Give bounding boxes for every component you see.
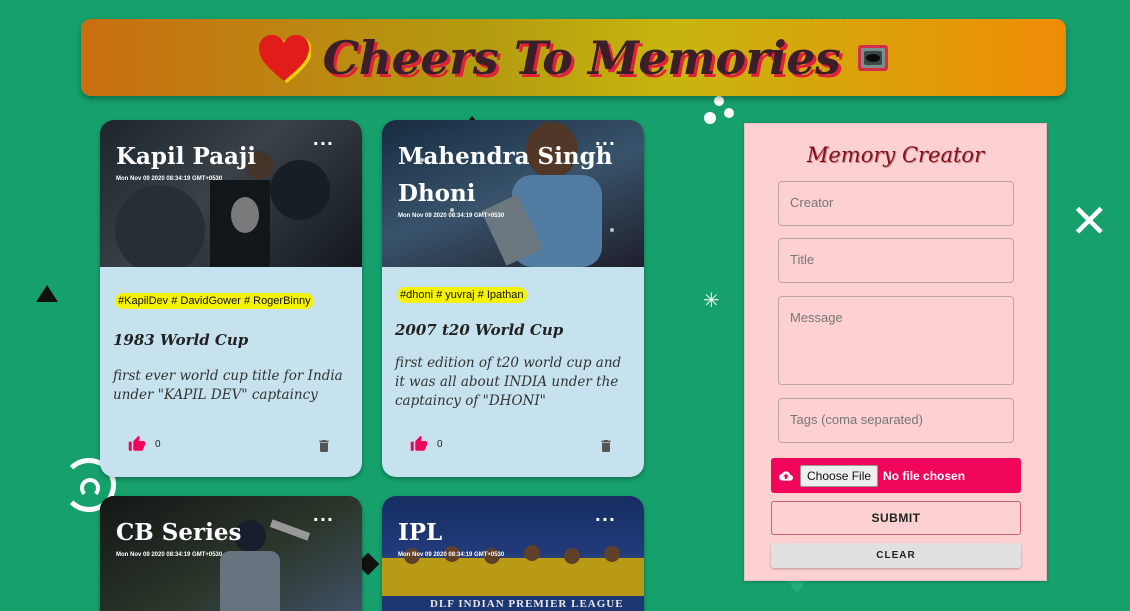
memory-title: 2007 t20 World Cup — [395, 321, 564, 339]
more-options-button[interactable]: ··· — [313, 512, 334, 528]
card-image: Kapil Paaji Mon Nov 09 2020 08:34:19 GMT… — [100, 120, 362, 267]
memory-card: Kapil Paaji Mon Nov 09 2020 08:34:19 GMT… — [100, 120, 362, 477]
decorative-spiral-inner — [80, 478, 100, 498]
card-actions: 0 — [100, 435, 362, 459]
card-tags: #dhoni # yuvraj # Ipathan — [397, 287, 527, 303]
card-date: Mon Nov 09 2020 08:34:19 GMT+0530 — [398, 213, 505, 219]
clear-button[interactable]: CLEAR — [771, 543, 1021, 568]
decorative-dot — [714, 96, 724, 106]
thumb-up-icon — [410, 435, 428, 451]
more-options-button[interactable]: ··· — [595, 136, 616, 152]
card-title: Kapil Paaji — [116, 143, 256, 170]
submit-button[interactable]: SUBMIT — [771, 501, 1021, 535]
tags-field[interactable] — [778, 398, 1014, 443]
more-options-button[interactable]: ··· — [313, 136, 334, 152]
card-title: Mahendra Singh Dhoni — [398, 143, 613, 207]
more-options-button[interactable]: ··· — [595, 512, 616, 528]
like-button[interactable]: 0 — [410, 435, 443, 453]
creator-input[interactable] — [790, 195, 1002, 210]
card-tags: #KapilDev # DavidGower # RogerBinny — [115, 293, 314, 309]
heart-icon — [257, 33, 312, 83]
cloud-upload-icon — [779, 470, 793, 481]
trash-icon — [319, 440, 329, 452]
tags-input[interactable] — [790, 412, 1002, 427]
memory-title: 1983 World Cup — [113, 331, 249, 349]
memory-message: first ever world cup title for India und… — [113, 368, 343, 403]
file-status: No file chosen — [883, 468, 966, 483]
like-button[interactable]: 0 — [128, 435, 161, 453]
memory-card: CB Series Mon Nov 09 2020 08:34:19 GMT+0… — [100, 496, 362, 611]
like-count: 0 — [155, 438, 161, 450]
decorative-triangle — [36, 285, 58, 302]
memory-message: first edition of t20 world cup and it wa… — [395, 355, 622, 409]
card-image: IPL Mon Nov 09 2020 08:34:19 GMT+0530 ··… — [382, 496, 644, 611]
card-title: IPL — [398, 519, 443, 546]
creator-field[interactable] — [778, 181, 1014, 226]
delete-button[interactable] — [598, 437, 614, 459]
title-field[interactable] — [778, 238, 1014, 283]
memory-card: IPL Mon Nov 09 2020 08:34:19 GMT+0530 ··… — [382, 496, 644, 611]
form-heading: Memory Creator — [806, 143, 985, 167]
memory-card: Mahendra Singh Dhoni Mon Nov 09 2020 08:… — [382, 120, 644, 477]
choose-file-button[interactable]: Choose File — [800, 464, 879, 487]
decorative-dot — [724, 108, 734, 118]
message-input[interactable] — [790, 310, 1002, 355]
file-upload-row: Choose File No file chosen — [771, 458, 1021, 493]
card-title: CB Series — [116, 519, 242, 546]
delete-button[interactable] — [316, 437, 332, 459]
thumb-up-icon — [128, 435, 146, 451]
camera-icon — [856, 41, 890, 75]
app-header: Cheers To Memories — [81, 19, 1066, 96]
app-title: Cheers To Memories — [322, 30, 841, 85]
decorative-dot — [704, 112, 716, 124]
trash-icon — [601, 440, 611, 452]
card-date: Mon Nov 09 2020 08:34:19 GMT+0530 — [398, 552, 505, 558]
card-date: Mon Nov 09 2020 08:34:19 GMT+0530 — [116, 552, 223, 558]
card-image: CB Series Mon Nov 09 2020 08:34:19 GMT+0… — [100, 496, 362, 611]
memory-creator-form: Memory Creator Choose File No file chose… — [744, 123, 1047, 581]
decorative-x-icon: ✕ — [1070, 194, 1109, 248]
like-count: 0 — [437, 438, 443, 450]
image-banner-text: DLF INDIAN PREMIER LEAGUE — [430, 598, 624, 610]
card-image: Mahendra Singh Dhoni Mon Nov 09 2020 08:… — [382, 120, 644, 267]
card-date: Mon Nov 09 2020 08:34:19 GMT+0530 — [116, 176, 223, 182]
title-input[interactable] — [790, 252, 1002, 267]
message-field[interactable] — [778, 296, 1014, 385]
card-actions: 0 — [382, 435, 644, 459]
decorative-spark-icon: ✳ — [703, 288, 720, 312]
